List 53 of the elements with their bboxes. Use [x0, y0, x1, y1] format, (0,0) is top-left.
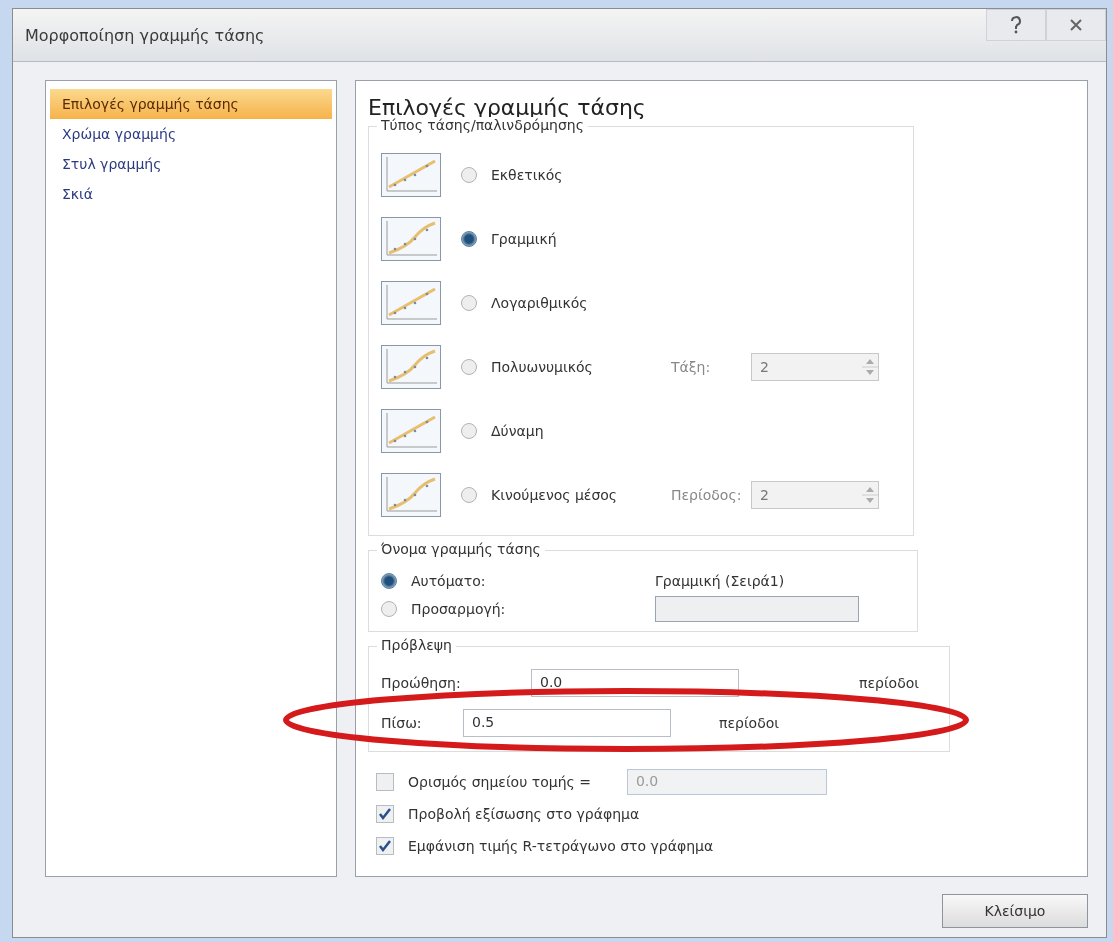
checkbox-label: Προβολή εξίσωσης στο γράφημα — [408, 806, 640, 822]
question-mark-icon — [1009, 15, 1023, 35]
spin-field[interactable]: 2 — [751, 481, 879, 509]
option-label: Προσαρμογή: — [411, 601, 507, 617]
unit-label: περίοδοι — [719, 715, 780, 731]
sidebar-item[interactable]: Στυλ γραμμής — [50, 149, 332, 179]
sidebar-item[interactable]: Χρώμα γραμμής — [50, 119, 332, 149]
window-title: Μορφοποίηση γραμμής τάσης — [25, 25, 265, 45]
spin-field[interactable]: 2 — [751, 353, 879, 381]
field-label: Πίσω: — [381, 715, 423, 731]
group-label: Πρόβλεψη — [377, 637, 456, 653]
checkbox[interactable] — [376, 837, 394, 855]
option-label: Γραμμική — [491, 231, 558, 247]
trend-chart-icon — [381, 281, 441, 325]
close-button[interactable] — [1046, 9, 1106, 41]
checkbox-label: Ορισμός σημείου τομής = — [408, 774, 591, 790]
checkbox[interactable] — [376, 773, 394, 791]
option-label: Κινούμενος μέσος — [491, 487, 619, 503]
radio-button[interactable] — [461, 231, 477, 247]
trend-chart-icon — [381, 217, 441, 261]
sidebar-item[interactable]: Επιλογές γραμμής τάσης — [50, 89, 332, 119]
option-label: Αυτόματο: — [411, 573, 487, 589]
radio-button[interactable] — [461, 295, 477, 311]
radio-button[interactable] — [461, 167, 477, 183]
radio-button[interactable] — [461, 359, 477, 375]
option-label: Δύναμη — [491, 423, 545, 439]
field-label: Προώθηση: — [381, 675, 462, 691]
close-dialog-button[interactable]: Κλείσιμο — [942, 894, 1088, 928]
input-field[interactable]: 0.0 — [531, 669, 739, 697]
input-field[interactable] — [655, 596, 859, 622]
option-label: Λογαριθμικός — [491, 295, 589, 311]
trendline-name: Γραμμική (Σειρά1) — [655, 573, 785, 589]
option-label: Εκθετικός — [491, 167, 564, 183]
unit-label: περίοδοι — [859, 675, 920, 691]
trend-chart-icon — [381, 473, 441, 517]
option-label: Πολυωνυμικός — [491, 359, 594, 375]
sidebar-item[interactable]: Σκιά — [50, 179, 332, 209]
option-label: Τάξη: — [671, 359, 712, 375]
help-button[interactable] — [986, 9, 1046, 41]
group-label: Τύπος τάσης/παλινδρόμησης — [377, 117, 588, 133]
checkbox-label: Εμφάνιση τιμής R-τετράγωνο στο γράφημα — [408, 838, 714, 854]
radio-button[interactable] — [381, 601, 397, 617]
trend-chart-icon — [381, 409, 441, 453]
radio-button[interactable] — [381, 573, 397, 589]
radio-button[interactable] — [461, 423, 477, 439]
group-label: Όνομα γραμμής τάσης — [377, 541, 545, 557]
input-field[interactable]: 0.5 — [463, 709, 671, 737]
option-label: Περίοδος: — [671, 487, 743, 503]
radio-button[interactable] — [461, 487, 477, 503]
trend-chart-icon — [381, 153, 441, 197]
trend-chart-icon — [381, 345, 441, 389]
close-icon — [1069, 18, 1083, 32]
checkbox[interactable] — [376, 805, 394, 823]
